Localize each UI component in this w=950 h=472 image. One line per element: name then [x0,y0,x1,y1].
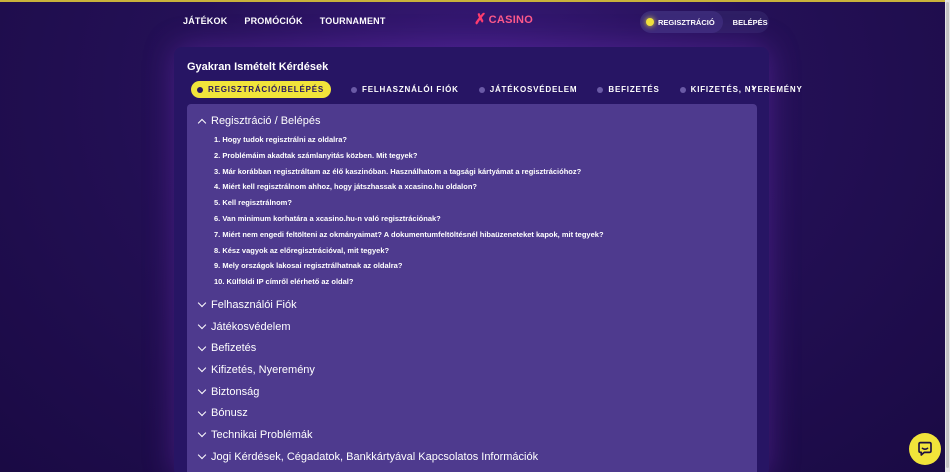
faq-title: Gyakran Ismételt Kérdések [187,61,329,73]
faq-card: Gyakran Ismételt Kérdések REGISZTRÁCIÓ/B… [174,47,802,472]
chevron-down-icon [197,385,207,395]
register-dot-icon [646,18,654,26]
accordion-header-security[interactable]: Biztonság [197,381,538,403]
tab-label: KIFIZETÉS, NYEREMÉNY [690,85,803,94]
accordion-title: Befizetés [211,342,257,355]
register-label: REGISZTRÁCIÓ [658,17,715,27]
chevron-down-icon [197,407,207,417]
accordion-header-user-account[interactable]: Felhasználói Fiók [197,294,538,316]
tab-label: FELHASZNÁLÓI FIÓK [362,85,459,94]
login-button[interactable]: BELÉPÉS [723,18,768,27]
scrollbar-thumb[interactable] [946,2,949,468]
main-nav: JÁTÉKOK PROMÓCIÓK TOURNAMENT [183,16,386,26]
accordion-header-registration[interactable]: Regisztráció / Belépés [197,115,321,127]
chevron-down-icon [197,364,207,373]
collapsed-sections: Felhasználói Fiók Játékosvédelem Befizet… [197,294,539,468]
nav-tournament[interactable]: TOURNAMENT [320,16,386,26]
tab-dot-icon [679,86,686,93]
chevron-down-icon [197,450,207,460]
accordion-title: Technikai Problémák [211,428,313,441]
accordion-title: Kifizetés, Nyeremény [211,363,315,376]
faq-accordion: Regisztráció / Belépés 1. Hogy tudok reg… [187,104,757,472]
casino-logo[interactable]: ✗ CASINO [474,12,533,28]
auth-buttons: REGISZTRÁCIÓ BELÉPÉS [640,11,769,33]
tab-label: BEFIZETÉS [608,85,660,94]
chevron-down-icon [197,429,207,438]
accordion-header-bonus[interactable]: Bónusz [197,402,538,424]
site-header: JÁTÉKOK PROMÓCIÓK TOURNAMENT ✗ CASINO RE… [0,2,945,40]
tab-dot-icon [197,86,203,93]
question-item[interactable]: 7. Miért nem engedi feltölteni az okmány… [214,230,604,246]
accordion-title: Felhasználói Fiók [211,298,297,311]
chevron-down-icon [197,342,207,351]
tabs-next-chevron-icon[interactable]: › [751,82,755,94]
question-item[interactable]: 2. Problémáim akadtak számlanyitás közbe… [214,151,604,167]
accordion-title: Játékosvédelem [211,320,291,333]
logo-text: CASINO [488,14,534,26]
chat-button[interactable] [909,433,941,465]
question-item[interactable]: 4. Miért kell regisztrálnom ahhoz, hogy … [214,182,604,198]
accordion-header-legal[interactable]: Jogi Kérdések, Cégadatok, Bankkártyával … [197,446,539,468]
logo-mark: ✗ [474,11,487,28]
accordion-title: Jogi Kérdések, Cégadatok, Bankkártyával … [211,450,539,463]
tab-registration-login[interactable]: REGISZTRÁCIÓ/BELÉPÉS [191,81,332,98]
tab-dot-icon [597,86,604,93]
tab-deposit[interactable]: BEFIZETÉS [597,85,659,94]
register-button[interactable]: REGISZTRÁCIÓ [640,11,723,33]
question-item[interactable]: 1. Hogy tudok regisztrálni az oldalra? [214,135,604,151]
accordion-header-withdrawal[interactable]: Kifizetés, Nyeremény [197,359,538,381]
accordion-header-player-protection[interactable]: Játékosvédelem [197,316,538,338]
accordion-header-deposit[interactable]: Befizetés [197,337,538,359]
tab-user-account[interactable]: FELHASZNÁLÓI FIÓK [351,85,459,94]
question-list: 1. Hogy tudok regisztrálni az oldalra? 2… [214,135,604,293]
question-item[interactable]: 3. Már korábban regisztráltam az élő kas… [214,167,604,183]
question-item[interactable]: 8. Kész vagyok az előregisztrációval, mi… [214,246,604,262]
page-scrollbar[interactable] [945,0,950,472]
tab-label: REGISZTRÁCIÓ/BELÉPÉS [208,85,325,94]
accordion-title: Regisztráció / Belépés [211,115,321,127]
tab-withdrawal[interactable]: KIFIZETÉS, NYEREMÉNY [679,85,803,94]
faq-tabs: REGISZTRÁCIÓ/BELÉPÉS FELHASZNÁLÓI FIÓK J… [191,81,802,98]
question-item[interactable]: 6. Van minimum korhatára a xcasino.hu-n … [214,214,604,230]
chevron-down-icon [197,320,207,330]
tab-player-protection[interactable]: JÁTÉKOSVÉDELEM [478,85,578,94]
tab-dot-icon [351,86,358,93]
chevron-down-icon [197,299,207,308]
accordion-title: Bónusz [211,407,248,420]
question-item[interactable]: 5. Kell regisztrálnom? [214,198,604,214]
tab-dot-icon [478,86,485,93]
nav-games[interactable]: JÁTÉKOK [183,16,227,26]
accordion-header-technical[interactable]: Technikai Problémák [197,424,538,446]
question-item[interactable]: 9. Mely országok lakosai regisztrálhatna… [214,261,604,277]
tab-label: JÁTÉKOSVÉDELEM [489,85,578,94]
question-item[interactable]: 10. Külföldi IP címről elérhető az oldal… [214,277,604,293]
accordion-title: Biztonság [211,385,260,398]
nav-promotions[interactable]: PROMÓCIÓK [244,16,302,26]
chevron-up-icon [197,118,207,127]
chat-bubble-icon [918,441,932,456]
